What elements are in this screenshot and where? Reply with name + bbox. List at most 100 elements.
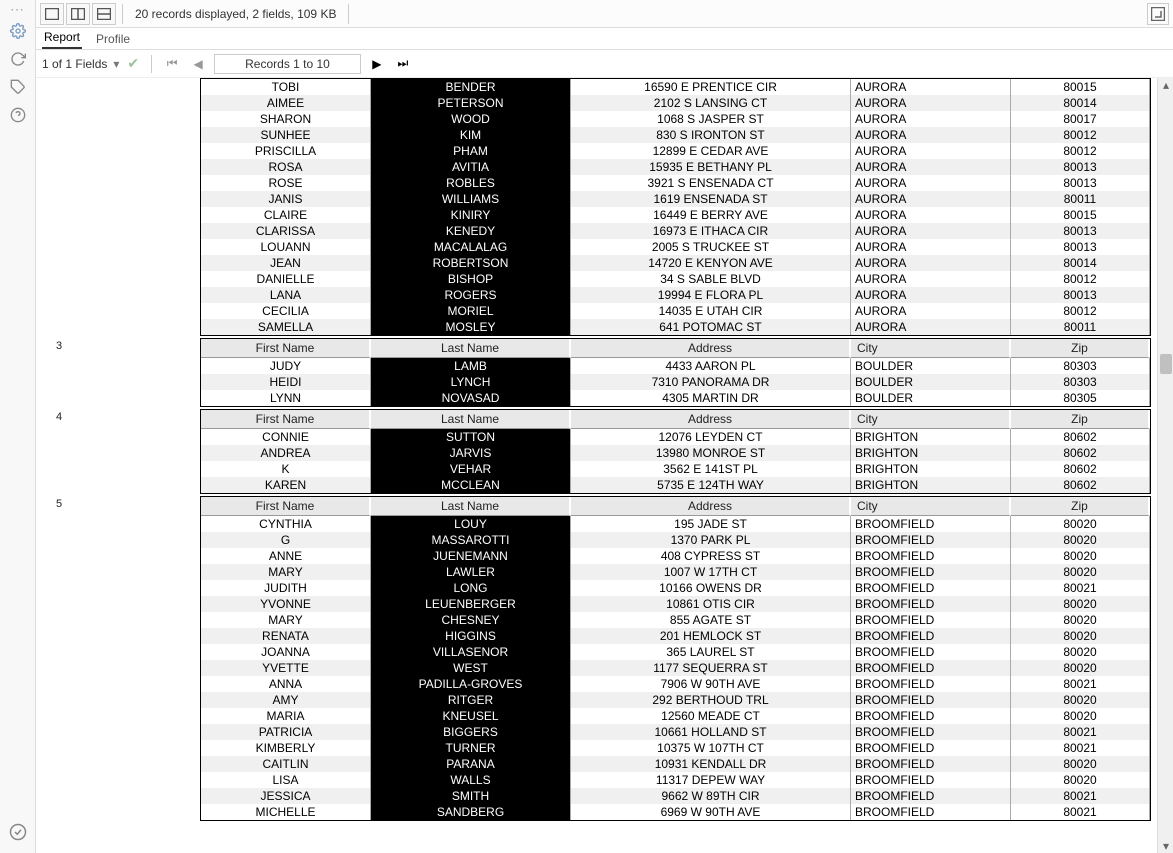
table-row[interactable]: KIMBERLYTURNER10375 W 107TH CTBROOMFIELD… [201, 740, 1150, 756]
records-range[interactable]: Records 1 to 10 [214, 54, 361, 74]
table-row[interactable]: ROSAAVITIA15935 E BETHANY PLAURORA80013 [201, 159, 1150, 175]
prev-page-icon[interactable]: ◀ [188, 54, 208, 74]
table-row[interactable]: JESSICASMITH9662 W 89TH CIRBROOMFIELD800… [201, 788, 1150, 804]
table-row[interactable]: JOANNAVILLASENOR365 LAUREL STBROOMFIELD8… [201, 644, 1150, 660]
table-row[interactable]: SHARONWOOD1068 S JASPER STAURORA80017 [201, 111, 1150, 127]
table-row[interactable]: MARYCHESNEY855 AGATE STBROOMFIELD80020 [201, 612, 1150, 628]
column-header-zip[interactable]: Zip [1011, 410, 1150, 429]
table-row[interactable]: DANIELLEBISHOP34 S SABLE BLVDAURORA80012 [201, 271, 1150, 287]
column-header-first[interactable]: First Name [201, 497, 371, 516]
cell-last-name: LYNCH [371, 374, 571, 390]
cell-zip: 80013 [1011, 223, 1150, 239]
table-row[interactable]: ANDREAJARVIS13980 MONROE STBRIGHTON80602 [201, 445, 1150, 461]
table-row[interactable]: MARIAKNEUSEL12560 MEADE CTBROOMFIELD8002… [201, 708, 1150, 724]
cell-first-name: KIMBERLY [201, 740, 371, 756]
table-row[interactable]: HEIDILYNCH7310 PANORAMA DRBOULDER80303 [201, 374, 1150, 390]
cell-city: AURORA [851, 207, 1011, 223]
cell-last-name: MASSAROTTI [371, 532, 571, 548]
check-circle-icon[interactable] [7, 821, 29, 843]
next-page-icon[interactable]: ▶ [367, 54, 387, 74]
table-row[interactable]: PATRICIABIGGERS10661 HOLLAND STBROOMFIEL… [201, 724, 1150, 740]
column-header-last[interactable]: Last Name [371, 410, 571, 429]
column-header-city[interactable]: City [851, 410, 1011, 429]
column-header-zip[interactable]: Zip [1011, 497, 1150, 516]
table-row[interactable]: LYNNNOVASAD4305 MARTIN DRBOULDER80305 [201, 390, 1150, 406]
column-header-first[interactable]: First Name [201, 339, 371, 358]
cell-city: BROOMFIELD [851, 708, 1011, 724]
layout-single-icon[interactable] [40, 3, 64, 25]
column-header-city[interactable]: City [851, 497, 1011, 516]
group-number [48, 78, 80, 80]
cell-last-name: BIGGERS [371, 724, 571, 740]
refresh-icon[interactable] [7, 48, 29, 70]
check-icon[interactable]: ✔ [125, 55, 141, 72]
table-row[interactable]: MICHELLESANDBERG6969 W 90TH AVEBROOMFIEL… [201, 804, 1150, 820]
column-header-last[interactable]: Last Name [371, 339, 571, 358]
table-row[interactable]: CLAIREKINIRY16449 E BERRY AVEAURORA80015 [201, 207, 1150, 223]
cell-last-name: JARVIS [371, 445, 571, 461]
cell-city: BROOMFIELD [851, 676, 1011, 692]
table-row[interactable]: CYNTHIALOUY195 JADE STBROOMFIELD80020 [201, 516, 1150, 532]
column-header-zip[interactable]: Zip [1011, 339, 1150, 358]
scroll-thumb[interactable] [1160, 354, 1172, 374]
table-row[interactable]: CECILIAMORIEL14035 E UTAH CIRAURORA80012 [201, 303, 1150, 319]
cell-last-name: SMITH [371, 788, 571, 804]
table-row[interactable]: KARENMCCLEAN5735 E 124TH WAYBRIGHTON8060… [201, 477, 1150, 493]
table-row[interactable]: MARYLAWLER1007 W 17TH CTBROOMFIELD80020 [201, 564, 1150, 580]
column-header-address[interactable]: Address [571, 497, 851, 516]
column-header-last[interactable]: Last Name [371, 497, 571, 516]
layout-split-icon[interactable] [66, 3, 90, 25]
table-row[interactable]: ANNEJUENEMANN408 CYPRESS STBROOMFIELD800… [201, 548, 1150, 564]
last-page-icon[interactable]: ⏭ [393, 54, 413, 74]
table-row[interactable]: KVEHAR3562 E 141ST PLBRIGHTON80602 [201, 461, 1150, 477]
cell-first-name: YVONNE [201, 596, 371, 612]
table-row[interactable]: AMYRITGER292 BERTHOUD TRLBROOMFIELD80020 [201, 692, 1150, 708]
layout-stack-icon[interactable] [92, 3, 116, 25]
help-icon[interactable] [7, 104, 29, 126]
cell-city: BROOMFIELD [851, 580, 1011, 596]
column-header-city[interactable]: City [851, 339, 1011, 358]
cell-first-name: MARIA [201, 708, 371, 724]
cell-zip: 80020 [1011, 532, 1150, 548]
table-row[interactable]: RENATAHIGGINS201 HEMLOCK STBROOMFIELD800… [201, 628, 1150, 644]
table-row[interactable]: LOUANNMACALALAG2005 S TRUCKEE STAURORA80… [201, 239, 1150, 255]
table-row[interactable]: LANAROGERS19994 E FLORA PLAURORA80013 [201, 287, 1150, 303]
table-row[interactable]: JEANROBERTSON14720 E KENYON AVEAURORA800… [201, 255, 1150, 271]
table-row[interactable]: SAMELLAMOSLEY641 POTOMAC STAURORA80011 [201, 319, 1150, 335]
table-row[interactable]: LISAWALLS11317 DEPEW WAYBROOMFIELD80020 [201, 772, 1150, 788]
first-page-icon[interactable]: ⏮ [162, 54, 182, 74]
tag-icon[interactable] [7, 76, 29, 98]
column-header-address[interactable]: Address [571, 410, 851, 429]
scroll-up-icon[interactable]: ▴ [1158, 78, 1173, 92]
chevron-down-icon[interactable]: ▾ [113, 57, 119, 71]
vertical-scrollbar[interactable]: ▴ ▾ [1157, 78, 1173, 853]
table-row[interactable]: SUNHEEKIM830 S IRONTON STAURORA80012 [201, 127, 1150, 143]
expand-icon[interactable] [1147, 3, 1169, 25]
table-row[interactable]: GMASSAROTTI1370 PARK PLBROOMFIELD80020 [201, 532, 1150, 548]
tab-report[interactable]: Report [42, 27, 82, 49]
cell-last-name: ROBERTSON [371, 255, 571, 271]
table-row[interactable]: JUDITHLONG10166 OWENS DRBROOMFIELD80021 [201, 580, 1150, 596]
table-row[interactable]: AIMEEPETERSON2102 S LANSING CTAURORA8001… [201, 95, 1150, 111]
cell-city: AURORA [851, 159, 1011, 175]
table-row[interactable]: JANISWILLIAMS1619 ENSENADA STAURORA80011 [201, 191, 1150, 207]
table-row[interactable]: CLARISSAKENEDY16973 E ITHACA CIRAURORA80… [201, 223, 1150, 239]
cell-address: 855 AGATE ST [571, 612, 851, 628]
table-row[interactable]: YVETTEWEST1177 SEQUERRA STBROOMFIELD8002… [201, 660, 1150, 676]
cell-city: BROOMFIELD [851, 532, 1011, 548]
table-row[interactable]: CONNIESUTTON12076 LEYDEN CTBRIGHTON80602 [201, 429, 1150, 445]
table-row[interactable]: CAITLINPARANA10931 KENDALL DRBROOMFIELD8… [201, 756, 1150, 772]
table-row[interactable]: ANNAPADILLA-GROVES7906 W 90TH AVEBROOMFI… [201, 676, 1150, 692]
table-row[interactable]: JUDYLAMB4433 AARON PLBOULDER80303 [201, 358, 1150, 374]
table-row[interactable]: TOBIBENDER16590 E PRENTICE CIRAURORA8001… [201, 79, 1150, 95]
tab-profile[interactable]: Profile [94, 29, 132, 49]
table-row[interactable]: PRISCILLAPHAM12899 E CEDAR AVEAURORA8001… [201, 143, 1150, 159]
column-header-first[interactable]: First Name [201, 410, 371, 429]
table-row[interactable]: YVONNELEUENBERGER10861 OTIS CIRBROOMFIEL… [201, 596, 1150, 612]
column-header-address[interactable]: Address [571, 339, 851, 358]
drag-handle-icon[interactable]: ⋯ [10, 4, 25, 14]
scroll-down-icon[interactable]: ▾ [1158, 839, 1173, 853]
records-info: 20 records displayed, 2 fields, 109 KB [129, 7, 342, 21]
table-row[interactable]: ROSEROBLES3921 S ENSENADA CTAURORA80013 [201, 175, 1150, 191]
gear-icon[interactable] [7, 20, 29, 42]
